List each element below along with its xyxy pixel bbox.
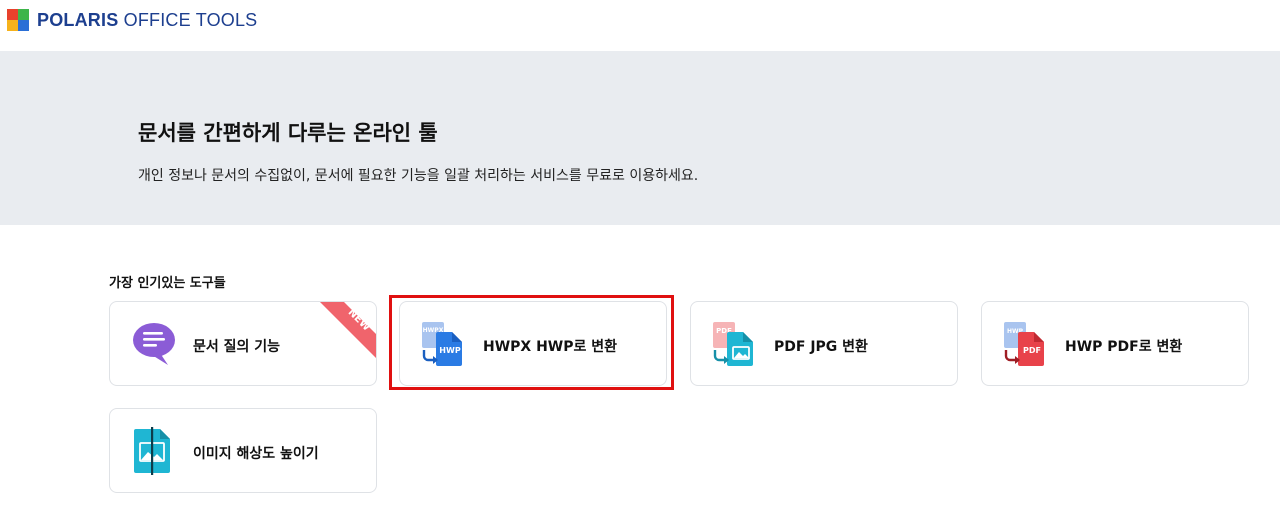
tool-card-hwp-to-pdf[interactable]: HWP PDF HWP PDF로 변환 — [981, 301, 1249, 386]
hwp-to-pdf-icon: HWP PDF — [1004, 322, 1044, 366]
logo-text-bold: POLARIS — [37, 9, 119, 30]
hero-banner: 문서를 간편하게 다루는 온라인 툴 개인 정보나 문서의 수집없이, 문서에 … — [0, 51, 1280, 225]
target-tag: HWP — [439, 346, 461, 355]
tool-card-pdf-to-jpg[interactable]: PDF PDF JPG 변환 — [690, 301, 958, 386]
hwpx-to-hwp-icon: HWPX HWP — [422, 322, 462, 366]
chat-bubble-icon — [133, 323, 175, 365]
tool-card-label: HWP PDF로 변환 — [1065, 339, 1183, 355]
logo-mark-icon — [7, 9, 29, 31]
tool-card-label: PDF JPG 변환 — [774, 339, 868, 355]
hero-subtitle: 개인 정보나 문서의 수집없이, 문서에 필요한 기능을 일괄 처리하는 서비스… — [138, 168, 699, 184]
logo-text: POLARIS OFFICE TOOLS — [37, 10, 257, 31]
target-tag: PDF — [1023, 346, 1041, 355]
polaris-logo[interactable]: POLARIS OFFICE TOOLS — [7, 9, 257, 31]
tool-card-document-qa[interactable]: 문서 질의 기능 NEW — [109, 301, 377, 386]
new-badge: NEW — [320, 302, 376, 358]
pdf-to-jpg-icon: PDF — [713, 322, 753, 366]
tool-card-hwpx-to-hwp[interactable]: HWPX HWP HWPX HWP로 변환 — [399, 301, 667, 386]
tool-card-label: HWPX HWP로 변환 — [483, 339, 618, 355]
hero-title: 문서를 간편하게 다루는 온라인 툴 — [138, 121, 438, 145]
tool-card-image-upscale[interactable]: 이미지 해상도 높이기 — [109, 408, 377, 493]
tool-card-label: 이미지 해상도 높이기 — [193, 446, 319, 462]
image-upscale-icon — [134, 427, 170, 475]
logo-text-rest: OFFICE TOOLS — [118, 9, 258, 30]
top-bar: POLARIS OFFICE TOOLS — [0, 0, 1280, 51]
section-title: 가장 인기있는 도구들 — [109, 276, 226, 291]
tool-card-label: 문서 질의 기능 — [193, 339, 281, 355]
